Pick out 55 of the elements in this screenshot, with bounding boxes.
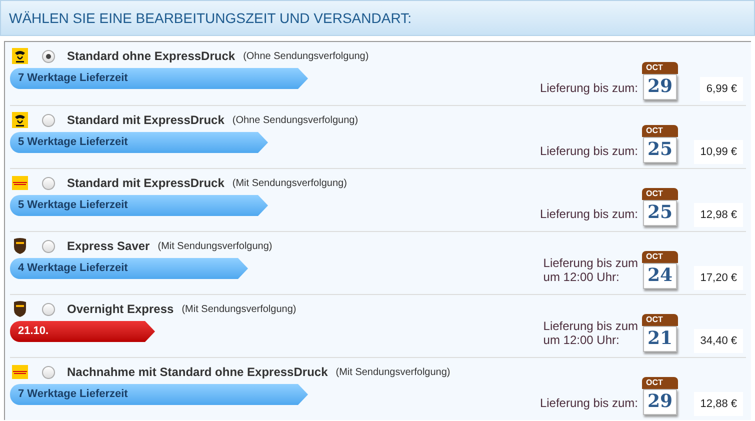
calendar-month: OCT (646, 64, 663, 72)
calendar-day: 25 (647, 141, 673, 159)
price-label: 12,88 € (694, 392, 743, 416)
radio-button[interactable] (42, 302, 55, 316)
calendar-day: 21 (647, 330, 673, 348)
delivery-label: Lieferung bis zum: (540, 144, 638, 158)
calendar-day: 29 (647, 78, 673, 96)
delivery-time-bar: 5 Werktage Lieferzeit (10, 132, 268, 153)
delivery-time-bar: 4 Werktage Lieferzeit (10, 258, 248, 279)
radio-button[interactable] (42, 176, 55, 190)
delivery-label: Lieferung bis zum: (540, 81, 638, 95)
section-title: WÄHLEN SIE EINE BEARBEITUNGSZEIT UND VERSANDART: (9, 8, 412, 28)
option-title: Overnight Express (67, 301, 174, 318)
delivery-label: Lieferung bis zum um 12:00 Uhr: (543, 319, 638, 347)
tracking-note: (Mit Sendungsverfolgung) (182, 302, 296, 316)
horn-logo-icon (12, 48, 28, 64)
price-label: 12,98 € (694, 202, 743, 227)
radio-button[interactable] (42, 366, 55, 378)
option-title: Standard ohne ExpressDruck (67, 48, 236, 65)
shield-logo-icon (13, 238, 27, 254)
dhl-logo-icon (12, 365, 28, 379)
delivery-time-bar: 5 Werktage Lieferzeit (10, 195, 268, 216)
shield-logo-icon (13, 301, 27, 317)
option-title: Nachnahme mit Standard ohne ExpressDruck (67, 364, 328, 381)
delivery-label: Lieferung bis zum: (540, 207, 638, 221)
dhl-logo-icon (12, 176, 28, 190)
delivery-time-bar: 21.10. (10, 321, 155, 342)
price-label: 10,99 € (694, 140, 743, 164)
calendar-month: OCT (646, 379, 663, 387)
option-title: Standard mit ExpressDruck (67, 112, 224, 129)
tracking-note: (Ohne Sendungsverfolgung) (232, 114, 358, 128)
tracking-note: (Mit Sendungsverfolgung) (336, 366, 450, 380)
price-label: 6,99 € (700, 76, 743, 101)
calendar-month: OCT (646, 253, 663, 261)
calendar-month: OCT (646, 190, 663, 198)
horn-logo-icon (12, 112, 28, 128)
delivery-label: Lieferung bis zum um 12:00 Uhr: (543, 256, 638, 284)
delivery-label: Lieferung bis zum: (540, 396, 638, 410)
price-label: 17,20 € (694, 266, 743, 290)
calendar-day: 25 (647, 204, 673, 222)
tracking-note: (Mit Sendungsverfolgung) (232, 176, 347, 190)
tracking-note: (Mit Sendungsverfolgung) (158, 240, 272, 254)
calendar-month: OCT (646, 316, 663, 324)
tracking-note: (Ohne Sendungsverfolgung) (243, 50, 369, 64)
option-title: Express Saver (67, 238, 150, 255)
price-label: 34,40 € (694, 328, 743, 353)
delivery-time-bar: 7 Werktage Lieferzeit (10, 68, 308, 89)
option-title: Standard mit ExpressDruck (67, 175, 224, 192)
radio-button[interactable] (42, 50, 55, 62)
calendar-day: 24 (647, 267, 673, 285)
calendar-month: OCT (646, 127, 663, 135)
calendar-day: 29 (647, 393, 673, 411)
radio-button[interactable] (42, 114, 55, 126)
delivery-time-bar: 7 Werktage Lieferzeit (10, 384, 308, 405)
radio-button[interactable] (42, 240, 55, 252)
